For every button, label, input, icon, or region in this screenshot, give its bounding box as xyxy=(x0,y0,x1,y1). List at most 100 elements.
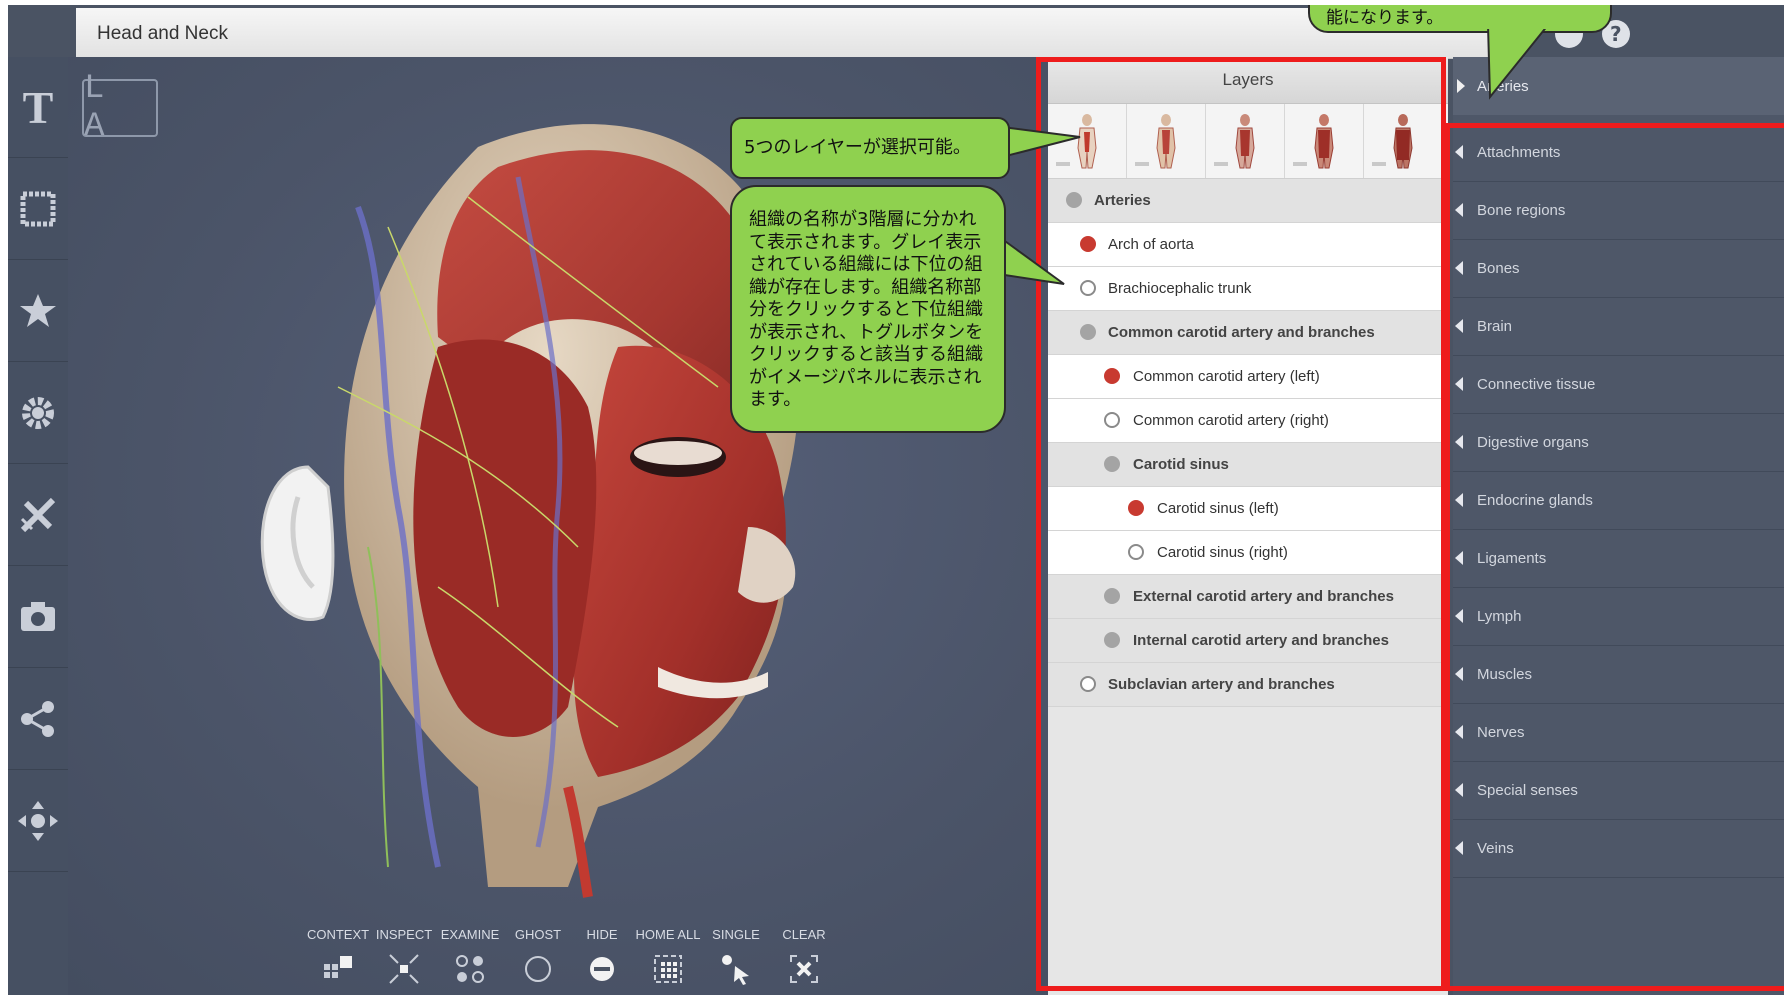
tree-label[interactable]: Common carotid artery (right) xyxy=(1133,412,1329,429)
toggle-dot[interactable] xyxy=(1080,676,1096,692)
single-icon xyxy=(722,955,749,985)
nav-item-digestive-organs[interactable]: Digestive organs xyxy=(1453,413,1784,472)
anatomy-app-window: Head and Neck ? T L A CONTEXT INSPECT EX… xyxy=(8,5,1784,995)
toggle-dot[interactable] xyxy=(1104,456,1120,472)
text-tool-button[interactable]: T xyxy=(8,57,68,158)
tree-label[interactable]: Carotid sinus xyxy=(1133,456,1229,473)
tree-row-internal-carotid[interactable]: Internal carotid artery and branches xyxy=(1048,619,1448,663)
move-tool-button[interactable] xyxy=(8,771,68,872)
layers-panel: Layers Arteries Arch of aorta Brachiocep… xyxy=(1048,57,1448,995)
toggle-dot[interactable] xyxy=(1104,588,1120,604)
body-figure-icon xyxy=(1156,114,1176,169)
chevron-left-icon xyxy=(1455,203,1463,217)
callout1-pointer xyxy=(1001,125,1081,159)
tree-row-subclavian[interactable]: Subclavian artery and branches xyxy=(1048,663,1448,707)
chevron-left-icon xyxy=(1455,667,1463,681)
annotation-text: 能になります。 xyxy=(1326,8,1444,28)
tree-row-brachiocephalic-trunk[interactable]: Brachiocephalic trunk xyxy=(1048,267,1448,311)
tree-label[interactable]: Arch of aorta xyxy=(1108,236,1194,253)
ghost-icon xyxy=(525,956,551,982)
layer-thumb-2[interactable] xyxy=(1127,104,1206,178)
chevron-left-icon xyxy=(1455,841,1463,855)
clear-label: CLEAR xyxy=(782,927,826,942)
toggle-dot[interactable] xyxy=(1128,544,1144,560)
home-all-icon xyxy=(654,955,682,983)
toggle-dot[interactable] xyxy=(1104,632,1120,648)
nav-item-veins[interactable]: Veins xyxy=(1453,819,1784,878)
annotation-layers: 5つのレイヤーが選択可能。 xyxy=(730,117,1010,179)
tree-row-carotid-sinus[interactable]: Carotid sinus xyxy=(1048,443,1448,487)
tree-row-common-carotid-left[interactable]: Common carotid artery (left) xyxy=(1048,355,1448,399)
nav-label: Lymph xyxy=(1477,607,1522,625)
view-mode-toolbar: CONTEXT INSPECT EXAMINE GHOST HIDE HOME … xyxy=(298,927,908,995)
tree-label[interactable]: Carotid sinus (right) xyxy=(1157,544,1288,561)
tree-row-arch-of-aorta[interactable]: Arch of aorta xyxy=(1048,223,1448,267)
chevron-left-icon xyxy=(1455,783,1463,797)
favorites-button[interactable] xyxy=(8,261,68,362)
nav-item-connective-tissue[interactable]: Connective tissue xyxy=(1453,355,1784,414)
settings-button[interactable] xyxy=(8,363,68,464)
toggle-dot[interactable] xyxy=(1066,192,1082,208)
body-figure-icon xyxy=(1235,114,1255,169)
context-label: CONTEXT xyxy=(306,927,370,942)
chevron-left-icon xyxy=(1455,377,1463,391)
chevron-left-icon xyxy=(1455,551,1463,565)
toggle-dot[interactable] xyxy=(1080,236,1096,252)
layer-thumb-3[interactable] xyxy=(1206,104,1285,178)
frame-tool-button[interactable] xyxy=(8,159,68,260)
toggle-dot[interactable] xyxy=(1128,500,1144,516)
tree-row-carotid-sinus-left[interactable]: Carotid sinus (left) xyxy=(1048,487,1448,531)
nav-item-muscles[interactable]: Muscles xyxy=(1453,645,1784,704)
callout3-pointer xyxy=(1486,21,1551,100)
toggle-dot[interactable] xyxy=(1080,324,1096,340)
tree-row-external-carotid[interactable]: External carotid artery and branches xyxy=(1048,575,1448,619)
toggle-dot[interactable] xyxy=(1104,412,1120,428)
layer-thumb-4[interactable] xyxy=(1285,104,1364,178)
tree-row-common-carotid-branches[interactable]: Common carotid artery and branches xyxy=(1048,311,1448,355)
dissect-tool-button[interactable] xyxy=(8,465,68,566)
layer-indicator xyxy=(1135,162,1149,166)
tree-row-carotid-sinus-right[interactable]: Carotid sinus (right) xyxy=(1048,531,1448,575)
nav-label: Nerves xyxy=(1477,723,1525,741)
nav-item-ligaments[interactable]: Ligaments xyxy=(1453,529,1784,588)
image-viewport[interactable]: L A CONTEXT INSPECT EXAMINE GHOST HIDE H… xyxy=(68,57,1176,995)
screenshot-button[interactable] xyxy=(8,567,68,668)
ghost-label: GHOST xyxy=(514,927,562,942)
tree-label[interactable]: External carotid artery and branches xyxy=(1133,588,1394,605)
nav-item-bones[interactable]: Bones xyxy=(1453,239,1784,298)
layer-indicator xyxy=(1214,162,1228,166)
inspect-icon xyxy=(389,954,419,984)
tree-label[interactable]: Common carotid artery and branches xyxy=(1108,324,1375,341)
star-icon xyxy=(20,294,56,327)
chevron-left-icon xyxy=(1455,261,1463,275)
nav-item-nerves[interactable]: Nerves xyxy=(1453,703,1784,762)
share-button[interactable] xyxy=(8,669,68,770)
tree-label[interactable]: Common carotid artery (left) xyxy=(1133,368,1320,385)
tree-label[interactable]: Subclavian artery and branches xyxy=(1108,676,1335,693)
tree-label[interactable]: Internal carotid artery and branches xyxy=(1133,632,1389,649)
nav-item-bone-regions[interactable]: Bone regions xyxy=(1453,181,1784,240)
nav-label: Endocrine glands xyxy=(1477,491,1593,509)
nav-item-special-senses[interactable]: Special senses xyxy=(1453,761,1784,820)
toggle-dot[interactable] xyxy=(1104,368,1120,384)
chevron-left-icon xyxy=(1455,319,1463,333)
camera-icon xyxy=(21,602,55,631)
tree-row-common-carotid-right[interactable]: Common carotid artery (right) xyxy=(1048,399,1448,443)
toggle-dot[interactable] xyxy=(1080,280,1096,296)
nav-item-brain[interactable]: Brain xyxy=(1453,297,1784,356)
nav-item-endocrine-glands[interactable]: Endocrine glands xyxy=(1453,471,1784,530)
layer-thumb-5[interactable] xyxy=(1364,104,1443,178)
tree-label[interactable]: Carotid sinus (left) xyxy=(1157,500,1279,517)
nav-label: Bone regions xyxy=(1477,201,1566,219)
clear-button[interactable]: CLEAR xyxy=(764,927,844,986)
tree-label[interactable]: Brachiocephalic trunk xyxy=(1108,280,1251,297)
nav-item-lymph[interactable]: Lymph xyxy=(1453,587,1784,646)
nav-item-attachments[interactable]: Attachments xyxy=(1453,123,1784,182)
text-icon: T xyxy=(22,81,54,133)
tree-row-arteries[interactable]: Arteries xyxy=(1048,179,1448,223)
tree-label[interactable]: Arteries xyxy=(1094,192,1151,209)
chevron-left-icon xyxy=(1455,493,1463,507)
layer-indicator xyxy=(1372,162,1386,166)
context-icon xyxy=(324,956,352,978)
orientation-badge[interactable]: L A xyxy=(82,70,158,146)
